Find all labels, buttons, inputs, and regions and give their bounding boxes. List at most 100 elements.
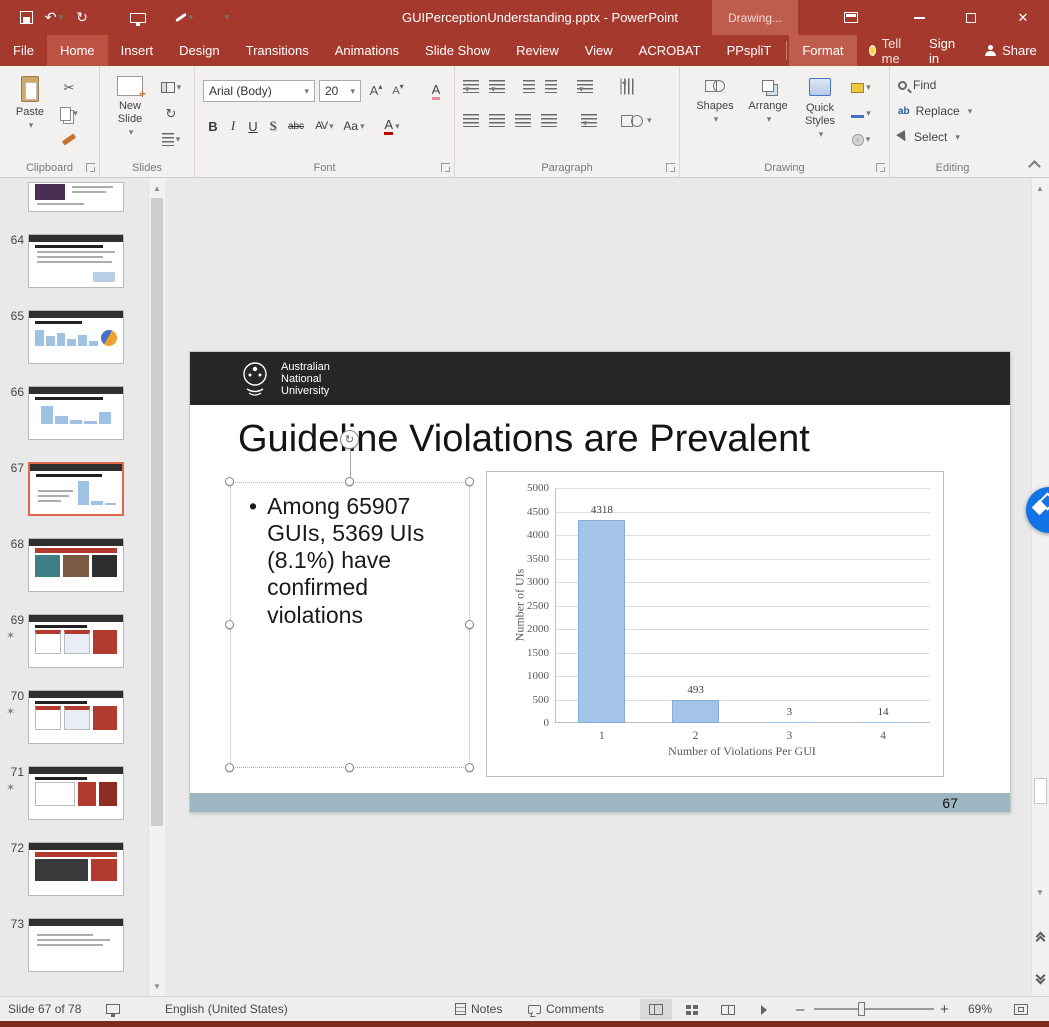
minimize-button[interactable] xyxy=(893,0,945,35)
zoom-slider-thumb[interactable] xyxy=(858,1002,865,1016)
language-indicator[interactable]: English (United States) xyxy=(165,997,288,1021)
replace-button[interactable]: ab Replace xyxy=(898,104,972,118)
tell-me-box[interactable]: Tell me xyxy=(859,36,916,66)
selection-handle-top-left[interactable] xyxy=(225,477,234,486)
slide-thumbnail-71[interactable] xyxy=(28,766,124,820)
text-direction-button[interactable] xyxy=(621,79,634,95)
slide-sorter-view-button[interactable] xyxy=(676,999,708,1020)
increase-indent-button[interactable] xyxy=(545,80,557,93)
cut-button[interactable]: ✂ xyxy=(56,76,82,99)
convert-smartart-button[interactable] xyxy=(621,115,652,127)
align-right-button[interactable] xyxy=(515,114,531,127)
pen-tool-button[interactable] xyxy=(172,5,196,31)
zoom-out-button[interactable]: – xyxy=(796,997,804,1021)
undo-button[interactable]: ↶ xyxy=(42,5,66,31)
quick-styles-button[interactable]: Quick Styles xyxy=(796,76,844,141)
share-button[interactable]: Share xyxy=(969,43,1049,58)
thumbnail-scrollbar-thumb[interactable] xyxy=(151,198,163,826)
selection-handle-top-right[interactable] xyxy=(465,477,474,486)
scrollbar-down-arrow-icon[interactable]: ▼ xyxy=(1032,884,1048,900)
next-slide-button[interactable] xyxy=(1032,968,1049,990)
tab-design[interactable]: Design xyxy=(166,35,232,66)
shape-effects-button[interactable] xyxy=(848,128,874,151)
slide-thumbnail-73[interactable] xyxy=(28,918,124,972)
paragraph-dialog-launcher[interactable] xyxy=(666,163,675,172)
slide-thumbnail-66[interactable] xyxy=(28,386,124,440)
tab-home[interactable]: Home xyxy=(47,35,108,66)
presentation-monitor-button[interactable] xyxy=(106,997,120,1021)
align-center-button[interactable] xyxy=(489,114,505,127)
paste-button[interactable]: Paste xyxy=(8,76,52,132)
reset-button[interactable]: ↻ xyxy=(158,102,184,125)
columns-button[interactable] xyxy=(581,114,597,127)
shrink-font-button[interactable]: A▾ xyxy=(387,79,409,102)
slide-canvas[interactable]: Australian National University Guideline… xyxy=(190,352,1010,812)
bold-button[interactable]: B xyxy=(203,114,223,138)
fit-to-window-button[interactable] xyxy=(1014,997,1028,1021)
section-button[interactable] xyxy=(158,128,184,151)
find-button[interactable]: Find xyxy=(898,78,936,92)
thumbnail-scrollbar[interactable]: ▲ ▼ xyxy=(148,178,165,996)
clear-formatting-button[interactable]: A xyxy=(423,79,449,102)
tab-insert[interactable]: Insert xyxy=(108,35,167,66)
clipboard-dialog-launcher[interactable] xyxy=(86,163,95,172)
zoom-slider[interactable] xyxy=(814,997,934,1021)
shape-fill-button[interactable] xyxy=(848,76,874,99)
decrease-indent-button[interactable] xyxy=(523,80,535,93)
slideshow-view-button[interactable] xyxy=(748,999,780,1020)
scrollbar-up-arrow-icon[interactable]: ▲ xyxy=(1032,180,1048,196)
slide-thumbnail-67[interactable] xyxy=(28,462,124,516)
slide-thumbnail-64[interactable] xyxy=(28,234,124,288)
reading-view-button[interactable] xyxy=(712,999,744,1020)
shapes-button[interactable]: Shapes xyxy=(690,76,740,126)
bullets-button[interactable] xyxy=(463,80,479,93)
tab-review[interactable]: Review xyxy=(503,35,572,66)
previous-slide-button[interactable] xyxy=(1032,926,1049,948)
copy-button[interactable] xyxy=(56,102,82,125)
select-button[interactable]: Select xyxy=(898,130,960,144)
change-case-button[interactable]: Aa xyxy=(339,114,369,138)
notes-button[interactable]: Notes xyxy=(455,997,502,1021)
format-painter-button[interactable] xyxy=(56,128,82,151)
selection-handle-bottom-left[interactable] xyxy=(225,763,234,772)
font-name-combo[interactable]: Arial (Body) xyxy=(203,80,315,102)
text-shadow-button[interactable]: S xyxy=(263,114,283,138)
save-button[interactable] xyxy=(14,5,38,31)
scroll-down-arrow-icon[interactable]: ▼ xyxy=(149,978,165,994)
vertical-scrollbar[interactable]: ▲ ▼ xyxy=(1031,178,1049,996)
selection-handle-mid-right[interactable] xyxy=(465,620,474,629)
justify-button[interactable] xyxy=(541,114,557,127)
slide-text-box[interactable]: • Among 65907 GUIs, 5369 UIs (8.1%) have… xyxy=(230,482,470,768)
slide-thumbnail-72[interactable] xyxy=(28,842,124,896)
selection-handle-bottom-right[interactable] xyxy=(465,763,474,772)
italic-button[interactable]: I xyxy=(223,114,243,138)
tab-ppsplit[interactable]: PPspliT xyxy=(714,35,785,66)
tab-file[interactable]: File xyxy=(0,35,47,66)
tab-animations[interactable]: Animations xyxy=(322,35,412,66)
collapse-ribbon-button[interactable] xyxy=(1028,160,1041,173)
shape-outline-button[interactable] xyxy=(848,102,874,125)
selection-handle-mid-left[interactable] xyxy=(225,620,234,629)
layout-button[interactable] xyxy=(158,76,184,99)
maximize-button[interactable] xyxy=(945,0,997,35)
sign-in-button[interactable]: Sign in xyxy=(915,36,969,66)
bullet-item[interactable]: • Among 65907 GUIs, 5369 UIs (8.1%) have… xyxy=(231,483,469,629)
start-slideshow-button[interactable] xyxy=(126,5,150,31)
new-slide-button[interactable]: New Slide xyxy=(108,76,152,139)
selection-handle-top-center[interactable] xyxy=(345,477,354,486)
comments-button[interactable]: Comments xyxy=(528,997,604,1021)
scrollbar-thumb[interactable] xyxy=(1034,778,1047,804)
redo-button[interactable]: ↻ xyxy=(70,5,94,31)
numbering-button[interactable] xyxy=(489,80,505,93)
font-color-button[interactable]: A xyxy=(384,118,393,135)
grow-font-button[interactable]: A▴ xyxy=(365,79,387,102)
slide-thumbnail[interactable] xyxy=(28,182,124,212)
zoom-percentage[interactable]: 69% xyxy=(968,997,992,1021)
normal-view-button[interactable] xyxy=(640,999,672,1020)
character-spacing-button[interactable]: AV xyxy=(309,114,339,138)
font-dialog-launcher[interactable] xyxy=(441,163,450,172)
font-size-combo[interactable]: 20 xyxy=(319,80,361,102)
slide-thumbnail-65[interactable] xyxy=(28,310,124,364)
underline-button[interactable]: U xyxy=(243,114,263,138)
customize-qat-button[interactable] xyxy=(214,5,238,31)
